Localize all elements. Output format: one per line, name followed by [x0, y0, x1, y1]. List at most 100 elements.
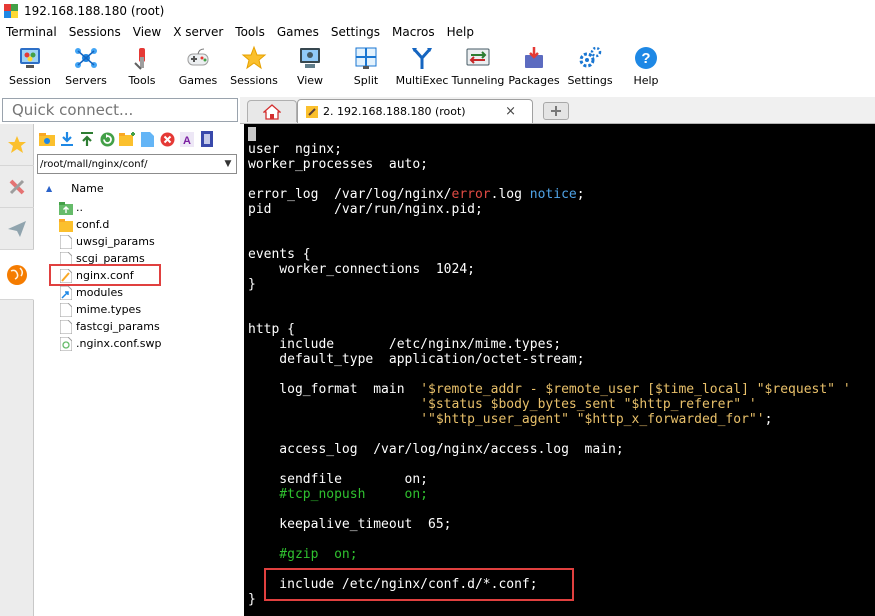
file-row-nginx-conf-swp[interactable]: .nginx.conf.swp [35, 335, 238, 352]
sidebar-tab-strip [0, 124, 34, 616]
terminal-text-segment: sendfile on; [248, 472, 429, 487]
terminal-line: '"$http_user_agent" "$http_x_forwarded_f… [248, 412, 851, 427]
split-icon [355, 47, 377, 69]
games-button[interactable]: Games [170, 42, 226, 94]
swap-file-icon [59, 336, 73, 351]
multiexec-button[interactable]: MultiExec [394, 42, 450, 94]
new-file-icon [140, 131, 154, 147]
follow-terminal-button[interactable] [198, 130, 216, 148]
terminal-line: default_type application/octet-stream; [248, 352, 851, 367]
current-path: /root/mall/nginx/conf/ [40, 158, 148, 170]
tunneling-button[interactable]: Tunneling [450, 42, 506, 94]
refresh-button[interactable] [98, 130, 116, 148]
terminal-text-segment: worker_processes auto; [248, 157, 429, 172]
settings-button[interactable]: Settings [562, 42, 618, 94]
title-bar: 192.168.188.180 (root) [0, 0, 875, 22]
window-title: 192.168.188.180 (root) [24, 4, 165, 18]
file-row-fastcgi-params[interactable]: fastcgi_params [35, 318, 238, 335]
help-icon: ? [635, 47, 657, 69]
view-button[interactable]: View [282, 42, 338, 94]
chevron-down-icon[interactable]: ▼ [220, 155, 236, 173]
menu-help[interactable]: Help [441, 22, 480, 42]
terminal-line: http { [248, 322, 851, 337]
sidebar-tab-sftp[interactable] [0, 250, 34, 300]
terminal-line [248, 127, 851, 142]
file-row-mime-types[interactable]: mime.types [35, 301, 238, 318]
sidebar-tab-sessions[interactable] [0, 124, 34, 166]
new-folder-button[interactable] [118, 130, 136, 148]
paper-plane-icon [8, 220, 26, 237]
terminal-text-segment: ; [764, 412, 773, 427]
menu-settings[interactable]: Settings [325, 22, 386, 42]
session-icon [20, 48, 40, 68]
terminal-line: '$status $body_bytes_sent "$http_referer… [248, 397, 851, 412]
sessions-label: Sessions [230, 74, 278, 87]
new-tab-button[interactable] [543, 102, 569, 120]
menu-macros[interactable]: Macros [386, 22, 441, 42]
sidebar-tab-tools[interactable] [0, 166, 34, 208]
terminal-line: worker_connections 1024; [248, 262, 851, 277]
folder-up-button[interactable] [38, 130, 56, 148]
servers-button[interactable]: Servers [58, 42, 114, 94]
rename-button[interactable]: A [178, 130, 196, 148]
upload-button[interactable] [78, 130, 96, 148]
file-row-conf-d[interactable]: conf.d [35, 216, 238, 233]
sort-ascending-icon[interactable]: ▲ [46, 184, 52, 193]
multiexec-label: MultiExec [395, 74, 449, 87]
session-tab-active[interactable]: 2. 192.168.188.180 (root) × [297, 99, 533, 123]
session-button[interactable]: Session [2, 42, 58, 94]
file-icon [59, 302, 73, 317]
terminal-line: } [248, 277, 851, 292]
folder-up-icon [39, 133, 55, 146]
sessions-button[interactable]: Sessions [226, 42, 282, 94]
session-tabs-bar: 2. 192.168.188.180 (root) × [240, 97, 875, 124]
menu-x-server[interactable]: X server [167, 22, 229, 42]
terminal-line: pid /var/run/nginx.pid; [248, 202, 851, 217]
servers-icon [75, 48, 97, 68]
new-file-button[interactable] [138, 130, 156, 148]
menu-terminal[interactable]: Terminal [0, 22, 63, 42]
terminal-text-segment: error_log /var/log/nginx/ [248, 187, 452, 202]
terminal-pane[interactable]: user nginx; worker_processes auto; error_l… [244, 124, 875, 616]
file-row-parent[interactable]: .. [35, 199, 238, 216]
terminal-line: events { [248, 247, 851, 262]
quick-connect-box [2, 98, 238, 122]
terminal-text-segment: ; [576, 187, 585, 202]
menu-tools[interactable]: Tools [229, 22, 271, 42]
sidebar-tab-macros[interactable] [0, 208, 34, 250]
terminal-line: keepalive_timeout 65; [248, 517, 851, 532]
home-tab[interactable] [247, 100, 297, 122]
terminal-text-segment: include /etc/nginx/mime.types; [248, 337, 562, 352]
download-button[interactable] [58, 130, 76, 148]
menu-sessions[interactable]: Sessions [63, 22, 127, 42]
terminal-text-segment: '"$http_user_agent" "$http_x_forwarded_f… [420, 412, 765, 427]
path-selector[interactable]: /root/mall/nginx/conf/ ▼ [37, 154, 237, 174]
file-row-uwsgi-params[interactable]: uwsgi_params [35, 233, 238, 250]
terminal-line: log_format main '$remote_addr - $remote_… [248, 382, 850, 397]
help-button[interactable]: ? Help [618, 42, 674, 94]
packages-button[interactable]: Packages [506, 42, 562, 94]
menu-games[interactable]: Games [271, 22, 325, 42]
file-name: .. [76, 201, 83, 214]
name-column-header[interactable]: Name [71, 182, 103, 195]
settings-label: Settings [567, 74, 613, 87]
tools-button[interactable]: Tools [114, 42, 170, 94]
terminal-line: user nginx; [248, 142, 851, 157]
terminal-text-segment: worker_connections 1024; [248, 262, 475, 277]
close-tab-icon[interactable]: × [505, 104, 516, 119]
mobaxterm-window: 192.168.188.180 (root) Terminal Sessions… [0, 0, 875, 616]
file-row-modules[interactable]: modules [35, 284, 238, 301]
split-button[interactable]: Split [338, 42, 394, 94]
star-icon [8, 135, 26, 153]
menu-view[interactable]: View [127, 22, 167, 42]
tunneling-icon [466, 48, 490, 66]
quick-connect-input[interactable] [3, 99, 237, 121]
delete-button[interactable] [158, 130, 176, 148]
globe-icon [6, 264, 27, 285]
